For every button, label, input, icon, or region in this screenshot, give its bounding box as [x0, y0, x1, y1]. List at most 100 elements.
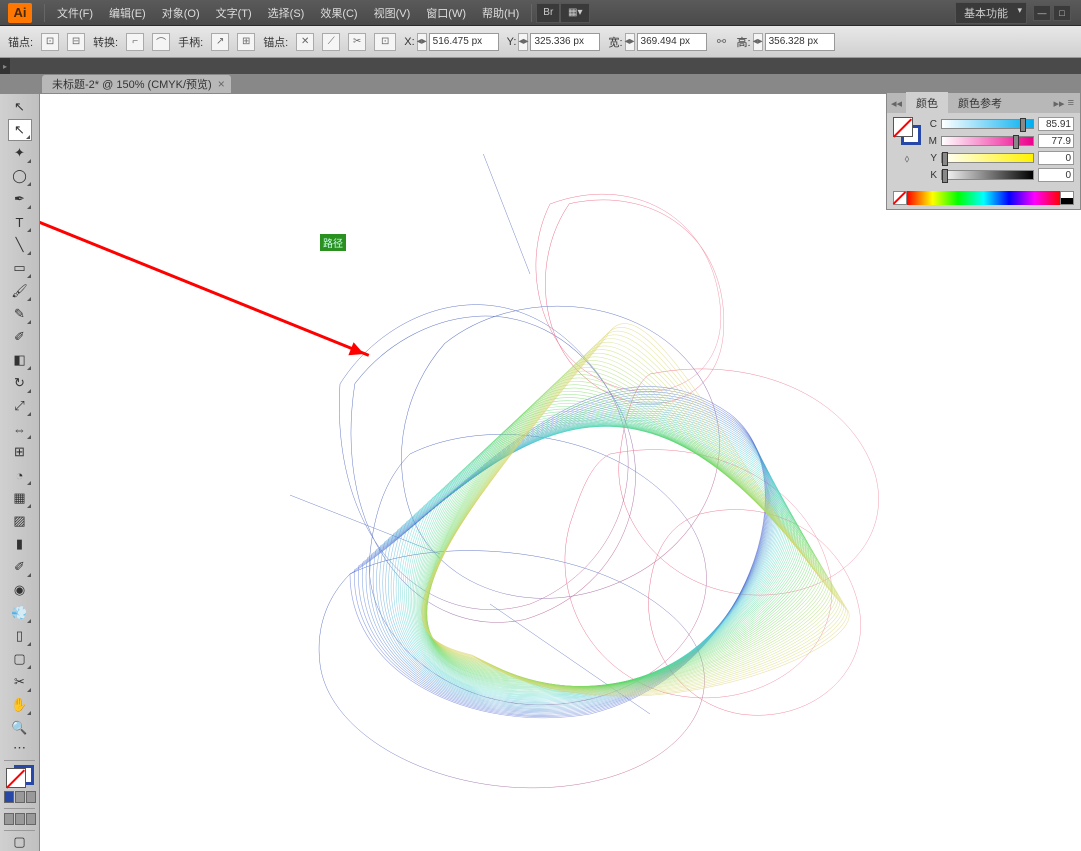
w-stepper[interactable]: ◂▸ [625, 33, 635, 51]
slider-handle[interactable] [1013, 135, 1019, 149]
draw-normal-button[interactable] [4, 813, 14, 825]
workspace-switcher[interactable]: 基本功能 [955, 2, 1027, 24]
blob-brush-tool[interactable]: ✐ [8, 326, 32, 348]
line-tool[interactable]: ╲ [8, 234, 32, 256]
perspective-tool[interactable]: ▦ [8, 487, 32, 509]
minimize-button[interactable]: — [1033, 5, 1051, 21]
divider [4, 808, 35, 809]
color-spectrum[interactable] [893, 191, 1074, 205]
slider-handle[interactable] [942, 169, 948, 183]
menu-item-5[interactable]: 效果(C) [312, 1, 365, 25]
arrange-docs-button[interactable]: ▦▾ [560, 3, 590, 23]
expand-panels-icon[interactable]: ▸ [0, 58, 10, 74]
menu-item-2[interactable]: 对象(O) [154, 1, 208, 25]
bw-swatch[interactable] [1060, 191, 1074, 205]
slider-handle[interactable] [1020, 118, 1026, 132]
hand-tool[interactable]: ✋ [8, 694, 32, 716]
slider-track-c[interactable] [941, 119, 1034, 129]
eyedropper-tool[interactable]: ✐ [8, 556, 32, 578]
x-stepper[interactable]: ◂▸ [417, 33, 427, 51]
menu-item-8[interactable]: 帮助(H) [474, 1, 527, 25]
blend-tool[interactable]: ◉ [8, 579, 32, 601]
menu-item-7[interactable]: 窗口(W) [418, 1, 474, 25]
paintbrush-tool[interactable]: 🖌 [8, 280, 32, 302]
cut-path-button[interactable]: ✂ [348, 33, 366, 51]
draw-behind-button[interactable] [15, 813, 25, 825]
magic-wand-tool[interactable]: ✦ [8, 142, 32, 164]
color-mode-button[interactable] [4, 791, 14, 803]
slider-value-input[interactable] [1038, 117, 1074, 131]
selection-tool[interactable]: ↖ [8, 96, 32, 118]
bridge-button[interactable]: Br [536, 3, 560, 23]
slider-track-m[interactable] [941, 136, 1034, 146]
w-input[interactable] [637, 33, 707, 51]
slice-tool[interactable]: ✂ [8, 671, 32, 693]
slider-value-input[interactable] [1038, 134, 1074, 148]
convert-smooth-button[interactable]: ⌒ [152, 33, 170, 51]
draw-inside-button[interactable] [26, 813, 36, 825]
panel-tab-guide[interactable]: 颜色参考 [948, 92, 1012, 114]
menu-item-0[interactable]: 文件(F) [49, 1, 101, 25]
anchor-icon-2[interactable]: ⊟ [67, 33, 85, 51]
mesh-tool[interactable]: ▨ [8, 510, 32, 532]
screen-mode-button[interactable]: ▢ [8, 834, 32, 850]
pen-tool[interactable]: ✒ [8, 188, 32, 210]
slider-value-input[interactable] [1038, 168, 1074, 182]
close-tab-icon[interactable]: × [218, 77, 225, 91]
handle-icon-1[interactable]: ↗ [211, 33, 229, 51]
type-tool[interactable]: T [8, 211, 32, 233]
none-mode-button[interactable] [26, 791, 36, 803]
convert-corner-button[interactable]: ⌐ [126, 33, 144, 51]
direct-selection-tool[interactable]: ↖ [8, 119, 32, 141]
panel-tab-color[interactable]: 颜色 [906, 92, 948, 114]
column-graph-tool[interactable]: ▯ [8, 625, 32, 647]
slider-track-y[interactable] [941, 153, 1034, 163]
pencil-tool[interactable]: ✎ [8, 303, 32, 325]
anchor-icon-1[interactable]: ⊡ [41, 33, 59, 51]
rotate-tool[interactable]: ↻ [8, 372, 32, 394]
zoom-tool[interactable]: 🔍 [8, 717, 32, 739]
panel-menu-icon[interactable]: ≡ [1068, 97, 1074, 110]
window-controls: — □ [1033, 5, 1071, 21]
rectangle-tool[interactable]: ▭ [8, 257, 32, 279]
shape-builder-tool[interactable]: ◔ [8, 464, 32, 486]
fill-swatch[interactable] [6, 768, 26, 788]
menu-item-1[interactable]: 编辑(E) [101, 1, 154, 25]
slider-track-k[interactable] [941, 170, 1034, 180]
menu-item-3[interactable]: 文字(T) [208, 1, 260, 25]
document-tab[interactable]: 未标题-2* @ 150% (CMYK/预览) × [42, 75, 231, 93]
free-transform-tool[interactable]: ⊞ [8, 441, 32, 463]
cube-icon[interactable]: ⬨ [899, 151, 915, 167]
gradient-tool[interactable]: ▮ [8, 533, 32, 555]
menu-item-6[interactable]: 视图(V) [366, 1, 419, 25]
symbol-sprayer-tool[interactable]: 💨 [8, 602, 32, 624]
panel-fill-swatch[interactable] [893, 117, 913, 137]
slider-handle[interactable] [942, 152, 948, 166]
panel-expand-icon[interactable]: ▸▸ [1054, 97, 1065, 110]
artboard-tool[interactable]: ▢ [8, 648, 32, 670]
panel-fill-stroke-swatches[interactable] [893, 117, 921, 145]
handle-icon-2[interactable]: ⊞ [237, 33, 255, 51]
spectrum-strip[interactable] [907, 191, 1060, 205]
link-wh-icon[interactable]: ⚯ [715, 27, 729, 57]
menu-item-4[interactable]: 选择(S) [260, 1, 313, 25]
remove-anchor-button[interactable]: ✕ [296, 33, 314, 51]
eraser-tool[interactable]: ◧ [8, 349, 32, 371]
none-color-icon[interactable] [893, 191, 907, 205]
y-stepper[interactable]: ◂▸ [518, 33, 528, 51]
ref-point-selector[interactable]: ⊡ [374, 33, 396, 51]
panel-collapse-icon[interactable]: ◂◂ [887, 97, 906, 110]
maximize-button[interactable]: □ [1053, 5, 1071, 21]
fill-stroke-swatches[interactable] [6, 768, 34, 785]
scale-tool[interactable]: ⤢ [8, 395, 32, 417]
h-stepper[interactable]: ◂▸ [753, 33, 763, 51]
connect-anchor-button[interactable]: ⟋ [322, 33, 340, 51]
slider-value-input[interactable] [1038, 151, 1074, 165]
tearoff-icon[interactable]: ⋯ [8, 740, 32, 756]
h-input[interactable] [765, 33, 835, 51]
gradient-mode-button[interactable] [15, 791, 25, 803]
width-tool[interactable]: ⇔ [8, 418, 32, 440]
lasso-tool[interactable]: ◯ [8, 165, 32, 187]
y-input[interactable] [530, 33, 600, 51]
x-input[interactable] [429, 33, 499, 51]
